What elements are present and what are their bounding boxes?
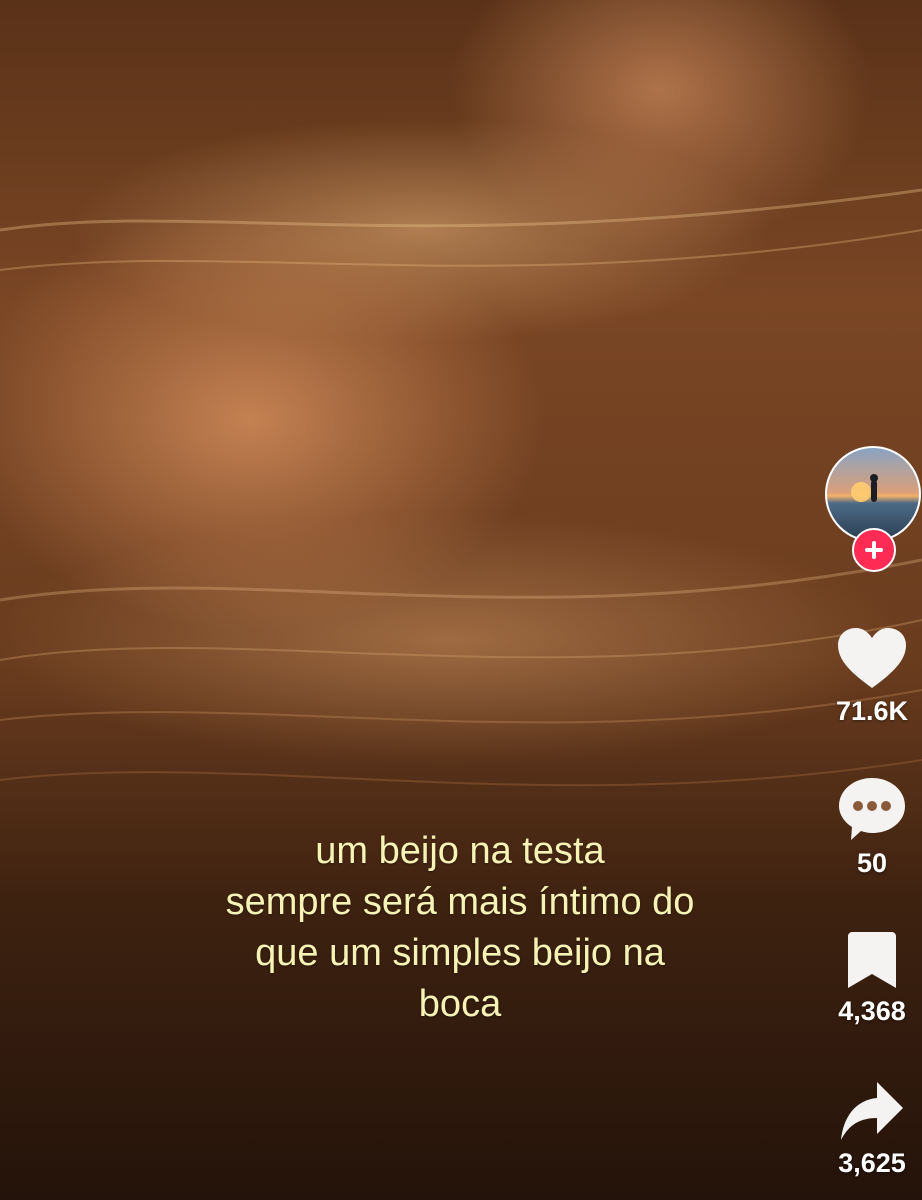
caption-line: um beijo na testa <box>315 830 605 872</box>
heart-icon <box>838 628 906 688</box>
share-count: 3,625 <box>838 1148 906 1178</box>
comment-bubble-icon <box>839 778 905 840</box>
avatar-photo <box>851 474 878 502</box>
comment-count: 50 <box>856 848 888 878</box>
like-button[interactable]: 71.6K <box>822 626 922 727</box>
video-screen[interactable]: um beijo na testa sempre será mais íntim… <box>0 0 922 1200</box>
caption-line: que um simples beijo na <box>255 932 665 974</box>
video-caption: um beijo na testa sempre será mais íntim… <box>150 826 770 1030</box>
share-arrow-icon <box>841 1082 903 1140</box>
like-count: 71.6K <box>835 696 909 726</box>
plus-icon <box>865 541 883 559</box>
creator-profile <box>825 446 921 574</box>
save-button[interactable]: 4,368 <box>822 930 922 1027</box>
share-button[interactable]: 3,625 <box>822 1080 922 1179</box>
bookmark-icon <box>848 932 896 988</box>
follow-button[interactable] <box>852 528 896 572</box>
caption-line: sempre será mais íntimo do <box>225 881 695 923</box>
comment-button[interactable]: 50 <box>822 776 922 879</box>
caption-line: boca <box>418 983 502 1025</box>
save-count: 4,368 <box>838 996 906 1026</box>
